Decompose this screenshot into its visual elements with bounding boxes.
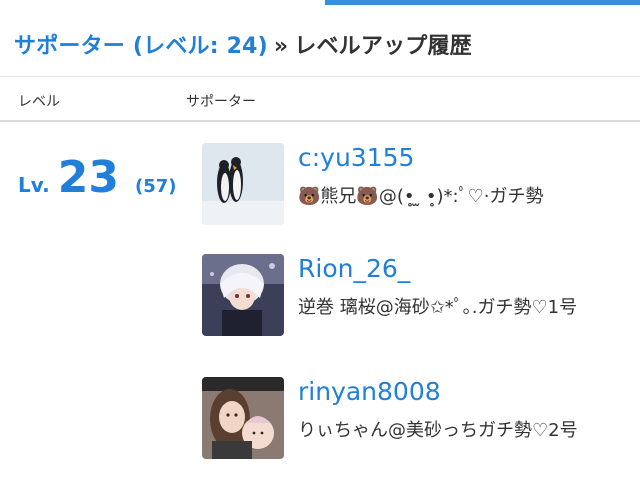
column-header-supporter: サポーター	[186, 94, 256, 110]
supporter-name-link[interactable]: c:yu3155	[298, 143, 414, 172]
level-number: 23	[57, 152, 119, 203]
divider	[0, 76, 640, 77]
top-tab-indicator	[325, 0, 640, 5]
supporter-bio: 🐻熊兄🐻@(•̥ ̫ •̥)*:ﾟ♡·ガチ勢	[298, 186, 544, 207]
anime-character-avatar[interactable]	[202, 254, 284, 336]
breadcrumb-supporter-link[interactable]: サポーター (レベル: 24)	[14, 34, 268, 59]
selfie-avatar[interactable]	[202, 377, 284, 459]
supporter-bio: 逆巻 璃桜@海砂✩*ﾟ｡.ガチ勢♡1号	[298, 297, 578, 318]
supporter-name-link[interactable]: Rion_26_	[298, 254, 410, 283]
level-prefix: Lv.	[18, 173, 50, 197]
list-item[interactable]: c:yu3155 🐻熊兄🐻@(•̥ ̫ •̥)*:ﾟ♡·ガチ勢	[202, 143, 632, 243]
breadcrumb-current: レベルアップ履歴	[294, 34, 472, 59]
page-title: サポーター (レベル: 24)» レベルアップ履歴	[14, 28, 472, 60]
header-divider	[0, 120, 640, 122]
penguin-avatar[interactable]	[202, 143, 284, 225]
level-supporter-count: (57)	[134, 176, 177, 197]
supporter-name-link[interactable]: rinyan8008	[298, 377, 441, 406]
breadcrumb-separator: »	[273, 34, 289, 59]
list-item[interactable]: rinyan8008 りぃちゃん@美砂っちガチ勢♡2号	[202, 377, 632, 477]
level-cell: Lv. 23 (57)	[18, 156, 177, 200]
list-item[interactable]: Rion_26_ 逆巻 璃桜@海砂✩*ﾟ｡.ガチ勢♡1号	[202, 254, 632, 354]
supporter-bio: りぃちゃん@美砂っちガチ勢♡2号	[298, 420, 578, 441]
column-header-level: レベル	[18, 94, 60, 110]
